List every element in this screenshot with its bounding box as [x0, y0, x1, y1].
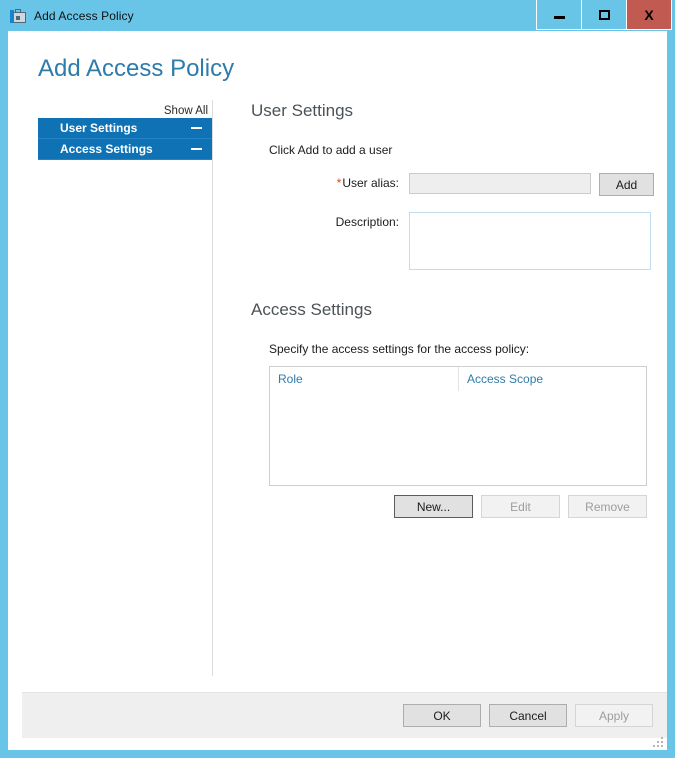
description-row: Description: [269, 212, 654, 270]
close-icon: X [644, 6, 654, 23]
show-all-row: Show All [38, 101, 212, 118]
list-header-row: Role Access Scope [270, 367, 646, 391]
maximize-icon [598, 9, 610, 20]
edit-button[interactable]: Edit [481, 495, 560, 518]
sidebar-item-label: Access Settings [60, 142, 153, 156]
sidebar-item-access-settings[interactable]: Access Settings [38, 139, 212, 160]
page-title: Add Access Policy [38, 55, 235, 82]
dialog-client-area: Add Access Policy Show All User Settings… [8, 31, 667, 750]
user-alias-label-text: User alias: [342, 176, 399, 190]
access-settings-hint: Specify the access settings for the acce… [269, 342, 530, 356]
minimize-button[interactable] [536, 0, 582, 30]
show-all-link[interactable]: Show All [164, 105, 208, 117]
section-heading-access-settings: Access Settings [251, 300, 372, 319]
user-alias-row: *User alias: Add [269, 173, 654, 196]
dialog-footer: OK Cancel Apply [22, 692, 667, 738]
column-header-role[interactable]: Role [270, 367, 458, 391]
title-bar: Add Access Policy X [0, 0, 675, 31]
content-pane: User Settings Click Add to add a user *U… [244, 101, 654, 518]
apply-button[interactable]: Apply [575, 704, 653, 727]
access-settings-list-wrap: Role Access Scope New... Edit Remove [269, 366, 654, 518]
section-user-settings: User Settings Click Add to add a user *U… [244, 101, 654, 270]
list-action-buttons: New... Edit Remove [269, 495, 647, 518]
window-frame: Add Access Policy X Add Access Policy Sh… [0, 0, 675, 758]
footer-buttons: OK Cancel Apply [403, 704, 653, 727]
sidebar-item-label: User Settings [60, 121, 138, 135]
section-access-settings: Access Settings Specify the access setti… [244, 300, 654, 518]
collapse-minus-icon[interactable] [191, 127, 202, 129]
minimize-icon [553, 16, 565, 19]
window-controls: X [536, 0, 672, 31]
pane-divider [212, 100, 213, 676]
ok-button[interactable]: OK [403, 704, 481, 727]
required-marker-icon: * [336, 176, 342, 190]
user-alias-input[interactable] [409, 173, 591, 194]
navigation-pane: Show All User Settings Access Settings [38, 101, 212, 168]
cancel-button[interactable]: Cancel [489, 704, 567, 727]
description-label: Description: [335, 215, 399, 229]
maximize-button[interactable] [581, 0, 627, 30]
remove-button[interactable]: Remove [568, 495, 647, 518]
column-header-access-scope[interactable]: Access Scope [458, 367, 646, 391]
user-alias-label: *User alias: [269, 173, 409, 190]
collapse-minus-icon[interactable] [191, 148, 202, 150]
add-button[interactable]: Add [599, 173, 654, 196]
toolbox-icon [10, 8, 26, 24]
section-heading-user-settings: User Settings [251, 101, 354, 120]
user-settings-hint: Click Add to add a user [269, 143, 393, 157]
resize-grip[interactable] [650, 734, 663, 747]
close-button[interactable]: X [626, 0, 672, 30]
access-settings-list[interactable]: Role Access Scope [269, 366, 647, 486]
nav-pane-spacer [38, 160, 212, 168]
description-textarea[interactable] [409, 212, 651, 270]
sidebar-item-user-settings[interactable]: User Settings [38, 118, 212, 139]
new-button[interactable]: New... [394, 495, 473, 518]
window-title: Add Access Policy [34, 8, 134, 23]
